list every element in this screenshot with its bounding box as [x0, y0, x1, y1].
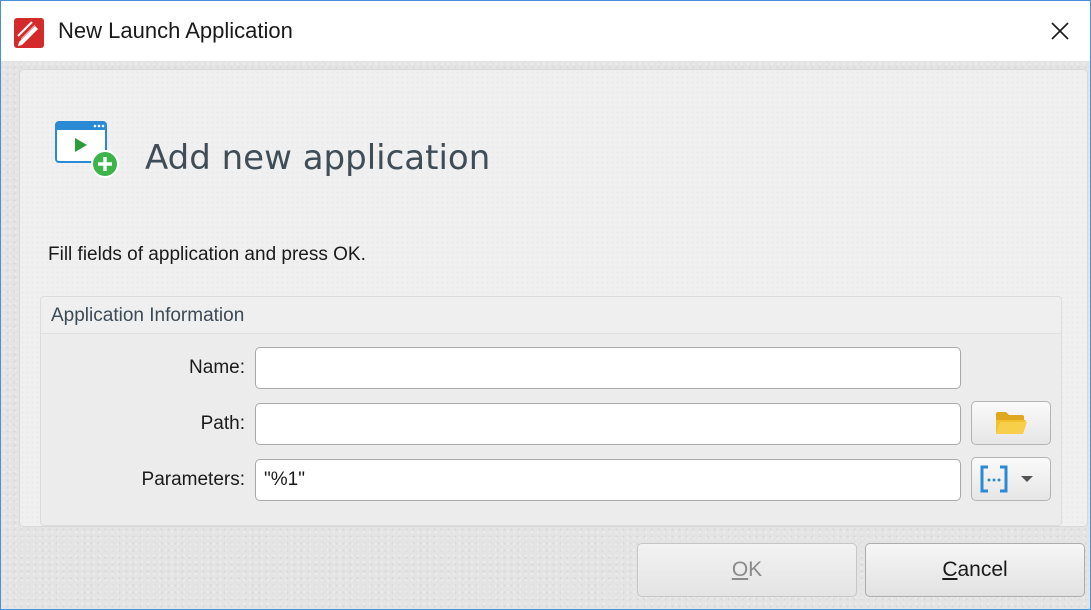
- cancel-button[interactable]: Cancel: [865, 543, 1085, 597]
- application-add-icon: [55, 121, 119, 178]
- content-panel: Add new application Fill fields of appli…: [19, 69, 1088, 527]
- name-input[interactable]: [255, 347, 961, 389]
- chevron-down-icon: [1021, 476, 1033, 482]
- folder-icon: [996, 412, 1027, 434]
- name-label: Name:: [189, 357, 245, 378]
- instruction-text: Fill fields of application and press OK.: [48, 244, 366, 265]
- close-icon: [1051, 22, 1069, 40]
- parameters-input[interactable]: [255, 459, 961, 501]
- title-bar[interactable]: New Launch Application: [1, 1, 1090, 61]
- macro-button[interactable]: [971, 457, 1051, 501]
- browse-button[interactable]: [971, 401, 1051, 445]
- header-title: Add new application: [145, 138, 491, 178]
- group-header: Application Information: [41, 297, 1061, 334]
- ok-label-rest: K: [748, 558, 763, 581]
- ok-mnemonic: O: [731, 558, 749, 581]
- dialog-window: New Launch Application Add new applicati…: [0, 0, 1091, 610]
- path-input[interactable]: [255, 403, 961, 445]
- macro-brackets-icon: [980, 465, 1008, 493]
- dialog-body: Add new application Fill fields of appli…: [1, 61, 1090, 609]
- application-info-group: Application Information Name: Path: Para…: [40, 296, 1062, 526]
- window-title: New Launch Application: [58, 18, 293, 43]
- parameters-label: Parameters:: [141, 469, 245, 490]
- path-label: Path:: [200, 413, 245, 434]
- group-title: Application Information: [51, 305, 245, 326]
- cancel-mnemonic: C: [942, 558, 958, 581]
- ok-button[interactable]: OK: [637, 543, 857, 597]
- cancel-label-rest: ancel: [957, 558, 1008, 581]
- pdf-pen-icon: [14, 18, 44, 48]
- close-button[interactable]: [1030, 1, 1090, 61]
